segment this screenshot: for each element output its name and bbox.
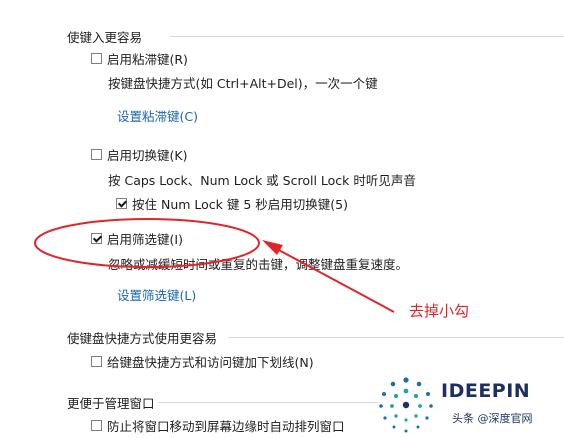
annotation-overlay <box>34 218 395 313</box>
annotation-text: 去掉小勾 <box>409 302 470 320</box>
annotation-arrow-head <box>262 240 283 255</box>
watermark-logo-text: IDEEPIN <box>441 380 531 402</box>
annotation-arrow-line <box>274 247 395 313</box>
watermark-logo-icon <box>379 377 433 433</box>
watermark-subtitle: 头条 @深度官网 <box>452 412 533 425</box>
annotation-ellipse <box>34 218 260 268</box>
